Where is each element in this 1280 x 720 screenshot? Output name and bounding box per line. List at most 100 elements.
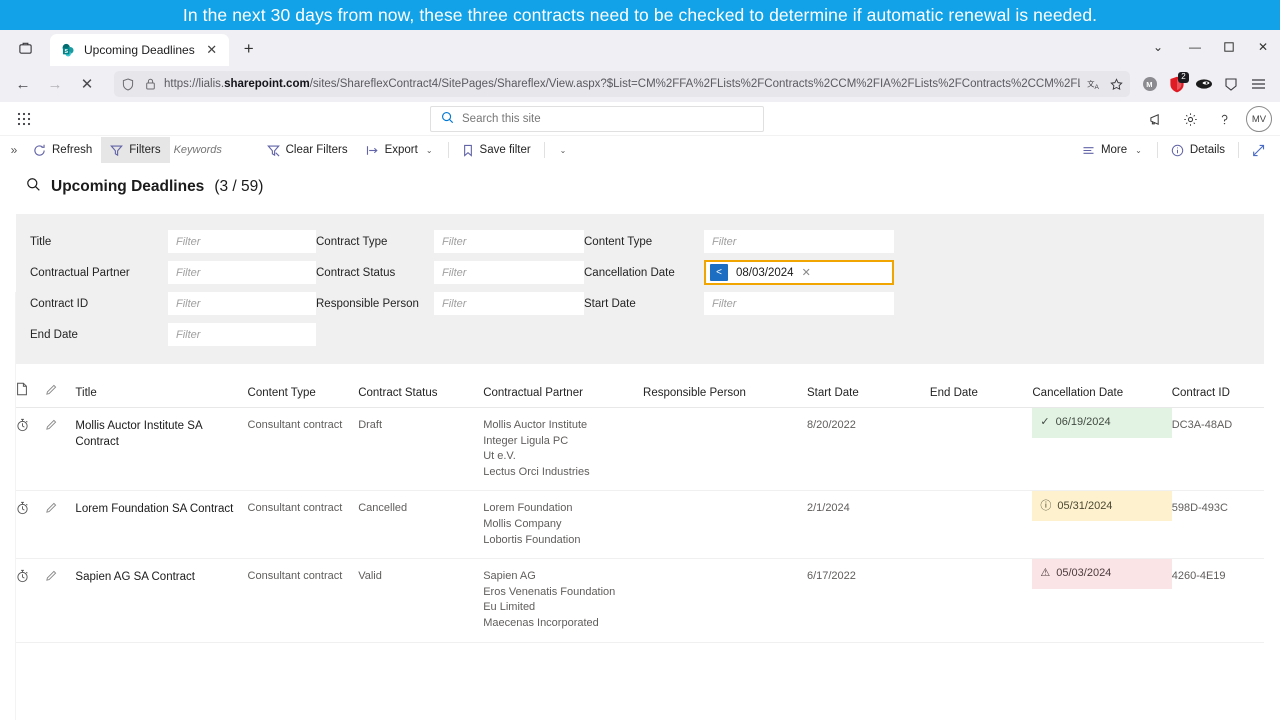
column-header-cancellation-date[interactable]: Cancellation Date bbox=[1032, 376, 1172, 408]
cell-title[interactable]: Sapien AG SA Contract bbox=[75, 558, 248, 643]
filter-operator-badge[interactable]: < bbox=[710, 264, 728, 281]
cell-contract-id: 598D-493C bbox=[1171, 490, 1264, 560]
cell-title[interactable]: Lorem Foundation SA Contract bbox=[75, 490, 248, 560]
column-header-document-icon[interactable] bbox=[16, 376, 45, 408]
column-header-content-type[interactable]: Content Type bbox=[247, 376, 359, 408]
filter-input-contract-status[interactable]: Filter bbox=[434, 261, 584, 284]
refresh-button[interactable]: Refresh bbox=[24, 137, 101, 163]
command-bar: » Refresh Filters Clear Filters Export ⌄… bbox=[0, 136, 1280, 164]
table-header: Title Content Type Contract Status Contr… bbox=[16, 376, 1264, 408]
browser-chrome: S Upcoming Deadlines ✕ + ⌄ — ✕ ← → ✕ htt… bbox=[0, 30, 1280, 102]
ublock-origin-icon[interactable]: 2 bbox=[1165, 72, 1189, 96]
cancellation-date-value: 05/03/2024 bbox=[1056, 567, 1112, 580]
cancellation-status-badge: ✓ 06/19/2024 bbox=[1032, 408, 1172, 438]
cell-contract-status: Cancelled bbox=[358, 490, 484, 560]
filter-input-contract-type[interactable]: Filter bbox=[434, 230, 584, 253]
filter-input-responsible-person[interactable]: Filter bbox=[434, 292, 584, 315]
site-search-box[interactable]: Search this site bbox=[430, 105, 764, 132]
expand-diagonal-icon[interactable] bbox=[1243, 137, 1274, 163]
save-filter-menu-button[interactable]: ⌄ bbox=[549, 137, 578, 163]
shield-icon[interactable] bbox=[120, 77, 136, 91]
app-launcher-icon[interactable] bbox=[10, 105, 38, 133]
table-row[interactable]: Mollis Auctor Institute SA Contract Consu… bbox=[16, 407, 1264, 492]
filter-input-start-date[interactable]: Filter bbox=[704, 292, 894, 315]
cell-contract-status: Draft bbox=[358, 407, 484, 492]
translate-icon[interactable]: 文A bbox=[1086, 78, 1102, 91]
row-stopwatch-icon[interactable] bbox=[16, 407, 45, 492]
row-stopwatch-icon[interactable] bbox=[16, 558, 45, 643]
hamburger-menu-icon[interactable] bbox=[1246, 72, 1270, 96]
cell-cancellation-date: ✓ 06/19/2024 bbox=[1032, 407, 1172, 492]
ninja-cookies-icon[interactable] bbox=[1192, 72, 1216, 96]
cell-title[interactable]: Mollis Auctor Institute SA Contract bbox=[75, 407, 248, 492]
filter-input-title[interactable]: Filter bbox=[168, 230, 316, 253]
row-pencil-icon[interactable] bbox=[44, 490, 76, 560]
cancellation-status-badge: ⓘ 05/31/2024 bbox=[1032, 491, 1172, 522]
forward-button[interactable]: → bbox=[40, 70, 70, 98]
export-label: Export bbox=[384, 144, 418, 156]
pocket-icon[interactable] bbox=[1219, 72, 1243, 96]
tab-strip: S Upcoming Deadlines ✕ + ⌄ — ✕ bbox=[0, 30, 1280, 66]
gear-icon[interactable] bbox=[1174, 103, 1206, 135]
column-header-edit-icon[interactable] bbox=[44, 376, 76, 408]
bookmark-icon bbox=[462, 144, 474, 157]
close-icon[interactable]: ✕ bbox=[203, 41, 221, 59]
avatar[interactable]: MV bbox=[1246, 106, 1272, 132]
column-header-contract-id[interactable]: Contract ID bbox=[1171, 376, 1264, 408]
close-window-button[interactable]: ✕ bbox=[1246, 30, 1280, 64]
lock-icon[interactable] bbox=[142, 78, 158, 90]
filter-label-responsible-person: Responsible Person bbox=[316, 297, 419, 310]
more-button[interactable]: More ⌄ bbox=[1073, 137, 1153, 163]
double-chevron-right-icon[interactable]: » bbox=[4, 143, 24, 157]
column-header-contract-status[interactable]: Contract Status bbox=[358, 376, 484, 408]
filter-input-end-date[interactable]: Filter bbox=[168, 323, 316, 346]
megaphone-icon[interactable] bbox=[1140, 103, 1172, 135]
refresh-icon bbox=[33, 144, 46, 157]
back-button[interactable]: ← bbox=[8, 70, 38, 98]
row-pencil-icon[interactable] bbox=[44, 407, 76, 492]
chevron-down-icon[interactable]: ⌄ bbox=[1133, 146, 1144, 155]
cell-cancellation-date: ⚠ 05/03/2024 bbox=[1032, 558, 1172, 643]
save-filter-button[interactable]: Save filter bbox=[453, 137, 540, 163]
chevron-down-icon[interactable]: ⌄ bbox=[424, 146, 435, 155]
minimize-button[interactable]: — bbox=[1178, 30, 1212, 64]
row-stopwatch-icon[interactable] bbox=[16, 490, 45, 560]
table-row[interactable]: Lorem Foundation SA Contract Consultant c… bbox=[16, 490, 1264, 560]
keywords-input[interactable] bbox=[173, 139, 254, 161]
status-glyph-icon: ⚠ bbox=[1040, 567, 1051, 580]
filters-label: Filters bbox=[129, 144, 161, 156]
browser-tab[interactable]: S Upcoming Deadlines ✕ bbox=[50, 34, 229, 66]
account-icon[interactable]: M bbox=[1138, 72, 1162, 96]
filter-input-content-type[interactable]: Filter bbox=[704, 230, 894, 253]
new-tab-button[interactable]: + bbox=[235, 35, 263, 63]
filter-input-contract-id[interactable]: Filter bbox=[168, 292, 316, 315]
row-pencil-icon[interactable] bbox=[44, 558, 76, 643]
column-header-end-date[interactable]: End Date bbox=[929, 376, 1033, 408]
maximize-button[interactable] bbox=[1212, 30, 1246, 64]
partner-line: Sapien AG bbox=[483, 570, 536, 583]
stop-loading-button[interactable]: ✕ bbox=[72, 70, 102, 98]
star-icon[interactable] bbox=[1108, 77, 1124, 91]
details-button[interactable]: Details bbox=[1162, 137, 1234, 163]
question-mark-icon[interactable] bbox=[1208, 103, 1240, 135]
partner-line: Eu Limited bbox=[483, 601, 536, 614]
column-header-contractual-partner[interactable]: Contractual Partner bbox=[483, 376, 644, 408]
save-filter-label: Save filter bbox=[479, 144, 531, 156]
chevron-down-icon[interactable]: ⌄ bbox=[1138, 30, 1178, 64]
url-text[interactable]: https://lialis.sharepoint.com/sites/Shar… bbox=[164, 78, 1080, 90]
column-header-responsible-person[interactable]: Responsible Person bbox=[643, 376, 807, 408]
url-bar[interactable]: https://lialis.sharepoint.com/sites/Shar… bbox=[114, 71, 1130, 97]
table-row[interactable]: Sapien AG SA Contract Consultant contract… bbox=[16, 558, 1264, 643]
filter-input-cancellation-date[interactable]: < 08/03/2024 ✕ bbox=[704, 260, 894, 285]
column-header-start-date[interactable]: Start Date bbox=[806, 376, 930, 408]
export-button[interactable]: Export ⌄ bbox=[357, 137, 444, 163]
tab-list-icon[interactable] bbox=[8, 33, 42, 63]
filter-input-contractual-partner[interactable]: Filter bbox=[168, 261, 316, 284]
filters-button[interactable]: Filters bbox=[101, 137, 170, 163]
clear-icon[interactable]: ✕ bbox=[802, 266, 811, 279]
column-header-title[interactable]: Title bbox=[75, 376, 248, 408]
cell-responsible-person bbox=[643, 558, 807, 643]
chevron-down-icon[interactable]: ⌄ bbox=[558, 146, 569, 155]
clear-filters-button[interactable]: Clear Filters bbox=[258, 137, 357, 163]
sharepoint-icon: S bbox=[60, 42, 76, 58]
